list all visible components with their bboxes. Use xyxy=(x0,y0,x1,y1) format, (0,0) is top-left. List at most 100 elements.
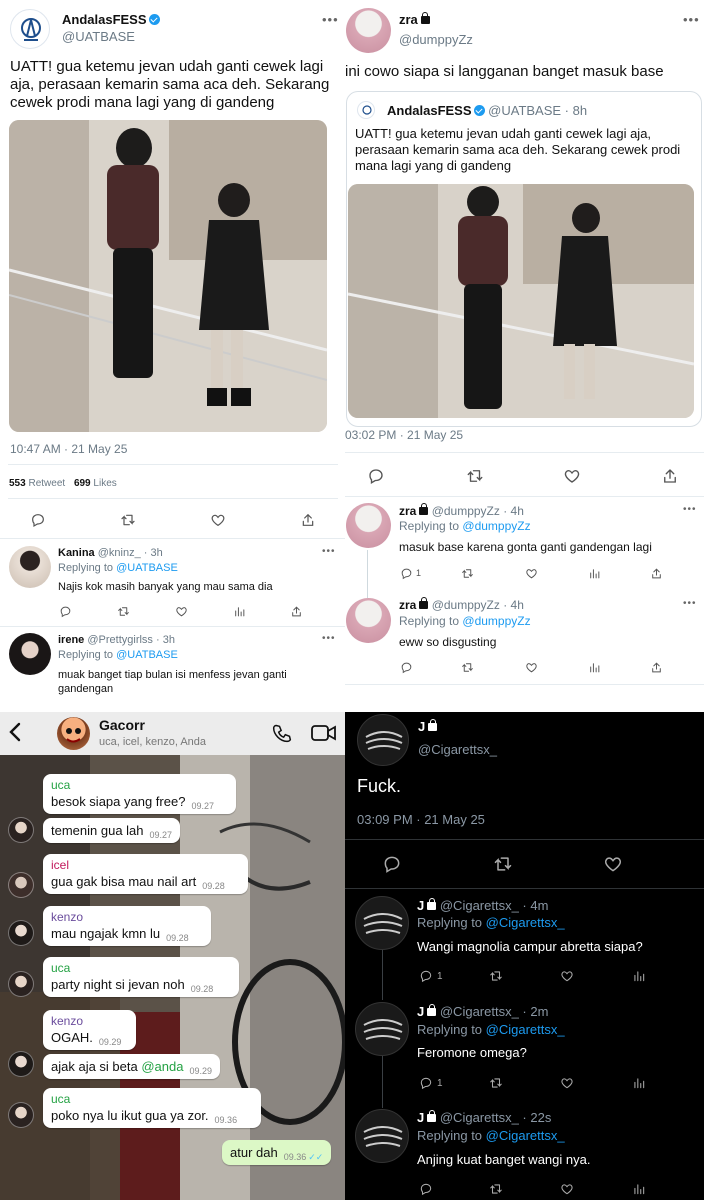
like-icon[interactable] xyxy=(525,567,538,580)
reply-handle[interactable]: @dumppyZz · 4h xyxy=(432,598,524,612)
avatar[interactable] xyxy=(355,1109,409,1163)
like-icon[interactable] xyxy=(560,969,574,983)
reply-icon[interactable] xyxy=(382,854,402,874)
avatar[interactable] xyxy=(8,971,34,997)
reply-author[interactable]: J xyxy=(417,898,424,913)
stats-icon[interactable] xyxy=(233,605,246,618)
retweet-count[interactable]: 553 xyxy=(9,478,26,489)
reply-to-link[interactable]: @Cigarettsx_ xyxy=(486,1128,565,1143)
retweet-icon[interactable] xyxy=(461,661,474,674)
tweet-timestamp[interactable]: 03:02 PM · 21 May 25 xyxy=(345,428,463,442)
reply-icon[interactable] xyxy=(30,512,46,528)
author-name[interactable]: zra xyxy=(399,12,418,27)
message-sender[interactable]: kenzo xyxy=(51,1014,128,1029)
quote-tweet[interactable]: AndalasFESS @UATBASE · 8h UATT! gua kete… xyxy=(346,91,702,427)
avatar[interactable] xyxy=(9,546,51,588)
stats-icon[interactable] xyxy=(588,567,601,580)
more-icon[interactable]: ••• xyxy=(683,504,697,515)
author-handle[interactable]: @dumppyZz xyxy=(399,32,473,47)
reply-handle[interactable]: @kninz_ · 3h xyxy=(98,547,163,559)
reply-handle[interactable]: @Cigarettsx_ · 2m xyxy=(440,1004,549,1019)
more-icon[interactable]: ••• xyxy=(322,12,339,27)
more-icon[interactable]: ••• xyxy=(322,633,336,644)
chat-message[interactable]: uca poko nya lu ikut gua ya zor. 09.36 xyxy=(43,1088,261,1128)
retweet-icon[interactable] xyxy=(489,969,503,983)
chat-message[interactable]: uca besok siapa yang free? 09.27 xyxy=(43,774,236,814)
reply-icon[interactable] xyxy=(400,661,413,674)
reply-author[interactable]: zra xyxy=(399,504,416,518)
like-icon[interactable] xyxy=(525,661,538,674)
tweet-photo[interactable] xyxy=(9,120,327,432)
retweet-icon[interactable] xyxy=(489,1182,503,1196)
chat-message[interactable]: icel gua gak bisa mau nail art 09.28 xyxy=(43,854,248,894)
chat-message[interactable]: temenin gua lah 09.27 xyxy=(43,818,181,843)
avatar[interactable] xyxy=(9,633,51,675)
reply-handle[interactable]: @Cigarettsx_ · 22s xyxy=(440,1110,551,1125)
reply-author[interactable]: J xyxy=(417,1004,424,1019)
phone-icon[interactable] xyxy=(272,723,292,743)
share-icon[interactable] xyxy=(300,512,316,528)
reply-author[interactable]: J xyxy=(417,1110,424,1125)
reply-to-link[interactable]: @UATBASE xyxy=(116,562,178,574)
avatar[interactable] xyxy=(8,872,34,898)
reply-to-link[interactable]: @UATBASE xyxy=(116,649,178,661)
share-icon[interactable] xyxy=(661,467,679,485)
chat-message[interactable]: kenzo mau ngajak kmn lu 09.28 xyxy=(43,906,211,946)
reply-to-link[interactable]: @Cigarettsx_ xyxy=(486,1022,565,1037)
stats-icon[interactable] xyxy=(632,1076,646,1090)
message-sender[interactable]: icel xyxy=(51,858,240,873)
message-sender[interactable]: uca xyxy=(51,1092,253,1107)
avatar[interactable] xyxy=(355,1002,409,1056)
reply-icon[interactable] xyxy=(59,605,72,618)
video-call-icon[interactable] xyxy=(311,724,337,742)
avatar[interactable] xyxy=(8,817,34,843)
uatbase-avatar[interactable] xyxy=(10,9,50,49)
share-icon[interactable] xyxy=(650,567,663,580)
zra-avatar[interactable] xyxy=(346,8,391,53)
more-icon[interactable]: ••• xyxy=(322,546,336,557)
reply-author[interactable]: irene xyxy=(58,634,84,646)
reply-to-link[interactable]: @Cigarettsx_ xyxy=(486,915,565,930)
avatar[interactable] xyxy=(8,920,34,946)
retweet-icon[interactable] xyxy=(461,567,474,580)
message-sender[interactable]: uca xyxy=(51,961,231,976)
avatar[interactable] xyxy=(8,1051,34,1077)
retweet-icon[interactable] xyxy=(466,467,484,485)
retweet-icon[interactable] xyxy=(489,1076,503,1090)
more-icon[interactable]: ••• xyxy=(683,12,700,27)
stats-icon[interactable] xyxy=(632,1182,646,1196)
tweet-timestamp[interactable]: 10:47 AM · 21 May 25 xyxy=(10,442,127,456)
reply-to-link[interactable]: @dumppyZz xyxy=(462,614,530,628)
reply-handle[interactable]: @Cigarettsx_ · 4m xyxy=(440,898,549,913)
like-icon[interactable] xyxy=(560,1182,574,1196)
reply-author[interactable]: zra xyxy=(399,598,416,612)
more-icon[interactable]: ••• xyxy=(683,598,697,609)
reply-handle[interactable]: @dumppyZz · 4h xyxy=(432,504,524,518)
back-icon[interactable] xyxy=(8,721,22,743)
group-name[interactable]: Gacorr xyxy=(99,717,145,733)
mention-link[interactable]: @anda xyxy=(141,1059,183,1074)
reply-icon[interactable] xyxy=(400,567,413,580)
avatar[interactable] xyxy=(355,896,409,950)
tweet-timestamp[interactable]: 03:09 PM · 21 May 25 xyxy=(357,812,485,827)
like-icon[interactable] xyxy=(175,605,188,618)
author-handle[interactable]: @Cigarettsx_ xyxy=(418,742,497,757)
like-icon[interactable] xyxy=(560,1076,574,1090)
like-icon[interactable] xyxy=(563,467,581,485)
message-sender[interactable]: kenzo xyxy=(51,910,203,925)
stats-icon[interactable] xyxy=(632,969,646,983)
chat-message[interactable]: uca party night si jevan noh 09.28 xyxy=(43,957,239,997)
like-icon[interactable] xyxy=(603,854,623,874)
retweet-label[interactable]: Retweet xyxy=(28,478,65,489)
share-icon[interactable] xyxy=(650,661,663,674)
chat-message[interactable]: ajak aja si beta @anda 09.29 xyxy=(43,1054,221,1079)
author-handle[interactable]: @UATBASE xyxy=(62,29,135,44)
reply-icon[interactable] xyxy=(367,467,385,485)
avatar[interactable] xyxy=(346,503,391,548)
avatar[interactable] xyxy=(346,598,391,643)
reply-handle[interactable]: @Prettygirlss · 3h xyxy=(87,634,175,646)
like-label[interactable]: Likes xyxy=(93,478,116,489)
author-name[interactable]: J xyxy=(418,719,425,734)
stats-icon[interactable] xyxy=(588,661,601,674)
retweet-icon[interactable] xyxy=(117,605,130,618)
